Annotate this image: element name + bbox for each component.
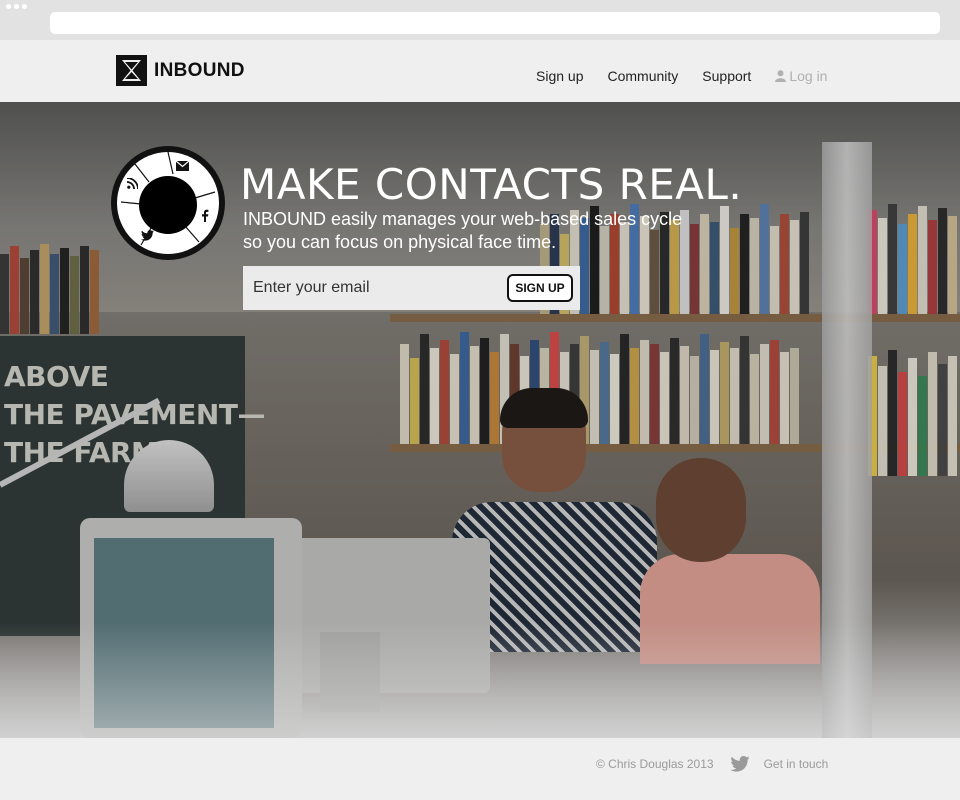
- signup-button[interactable]: SIGN UP: [507, 274, 573, 302]
- copyright-text: © Chris Douglas 2013: [596, 757, 714, 771]
- brand-name: INBOUND: [154, 59, 245, 81]
- nav-login-link[interactable]: Log in: [775, 68, 827, 84]
- email-input[interactable]: [253, 276, 503, 300]
- login-label: Log in: [789, 68, 828, 84]
- hero-tagline: INBOUND easily manages your web-based sa…: [243, 209, 683, 252]
- facebook-icon[interactable]: [201, 209, 209, 222]
- twitter-icon[interactable]: [141, 230, 154, 241]
- twitter-icon[interactable]: [729, 756, 750, 772]
- hourglass-logo-icon: [116, 55, 147, 86]
- social-wheel: [111, 146, 225, 260]
- hero-headline: MAKE CONTACTS REAL.: [240, 160, 743, 209]
- get-in-touch-link[interactable]: Get in touch: [764, 757, 829, 771]
- site-footer: © Chris Douglas 2013 Get in touch: [0, 738, 960, 800]
- nav-support-link[interactable]: Support: [702, 68, 751, 84]
- brand-logo[interactable]: INBOUND: [116, 55, 245, 86]
- rss-icon[interactable]: [127, 178, 138, 189]
- nav-community-link[interactable]: Community: [607, 68, 678, 84]
- browser-chrome: [0, 0, 960, 40]
- footer-row: © Chris Douglas 2013 Get in touch: [596, 756, 828, 772]
- nav-signup-link[interactable]: Sign up: [536, 68, 583, 84]
- email-icon[interactable]: [176, 161, 189, 171]
- hero-bottom-fade: [0, 622, 960, 738]
- window-dots: [6, 4, 27, 9]
- address-bar[interactable]: [50, 12, 940, 34]
- user-icon: [775, 70, 787, 82]
- site-header: INBOUND Sign up Community Support Log in: [0, 40, 960, 102]
- wheel-hub: [139, 176, 197, 234]
- main-nav: Sign up Community Support Log in: [536, 68, 827, 84]
